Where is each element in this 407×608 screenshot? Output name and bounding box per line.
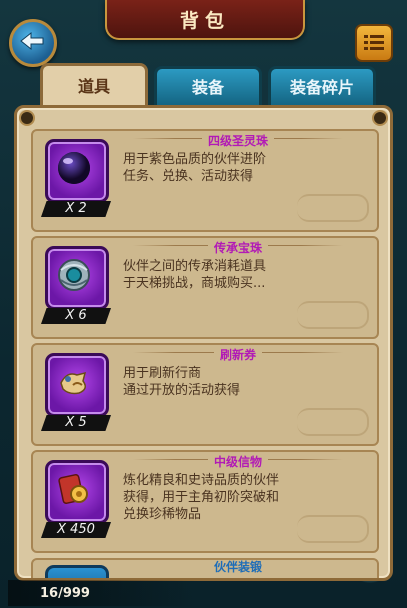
back-button[interactable]	[9, 19, 57, 67]
back-arrow-icon	[20, 31, 44, 51]
desc-line-2: 通过开放的活动获得	[123, 383, 241, 398]
item-quantity: X 2	[41, 201, 111, 217]
item-name: 四级圣灵珠	[201, 133, 274, 149]
desc-line-2: 于天梯挑战，商城购买...	[123, 276, 266, 291]
item-quantity: X 5	[41, 415, 111, 431]
menu-list-icon	[364, 35, 384, 50]
item-icon-frame	[45, 565, 109, 578]
inheritance-orb-icon	[58, 259, 90, 291]
item-description: 用于紫色品质的伙伴进阶 任务、兑换、活动获得	[123, 151, 283, 185]
capacity-bar	[8, 580, 198, 606]
list-item[interactable]: 四级圣灵珠 X 2 用于紫色品质的伙伴进阶 任务、兑换、活动获得	[31, 129, 379, 232]
item-name: 传承宝珠	[207, 240, 268, 256]
tab-equipment-fragments[interactable]: 装备碎片	[268, 66, 376, 110]
purple-orb-icon	[58, 152, 90, 184]
tab-items[interactable]: 道具	[40, 63, 148, 110]
item-quantity: X 450	[41, 522, 111, 538]
item-name: 刷新券	[213, 347, 262, 363]
item-name-plate: 刷新券	[133, 344, 343, 363]
item-icon-frame	[45, 139, 109, 203]
item-icon-frame	[45, 246, 109, 310]
item-icon-frame	[45, 353, 109, 417]
inventory-panel: 四级圣灵珠 X 2 用于紫色品质的伙伴进阶 任务、兑换、活动获得 传承宝珠 X …	[14, 105, 393, 581]
title-banner: 背包	[105, 0, 305, 40]
list-item[interactable]: 刷新券 X 5 用于刷新行商 通过开放的活动获得	[31, 343, 379, 446]
item-name-plate: 中级信物	[133, 451, 343, 470]
item-description: 用于刷新行商 通过开放的活动获得	[123, 365, 283, 399]
inventory-capacity: 16/999	[40, 586, 90, 601]
desc-line-1: 伙伴之间的传承消耗道具	[123, 259, 267, 274]
desc-line-2: 任务、兑换、活动获得	[123, 169, 254, 184]
item-name-plate: 四级圣灵珠	[133, 130, 343, 149]
page-title: 背包	[179, 10, 230, 32]
item-icon-frame	[45, 460, 109, 524]
item-description: 伙伴之间的传承消耗道具 于天梯挑战，商城购买...	[123, 258, 283, 292]
refresh-ticket-icon	[60, 371, 87, 395]
item-quantity: X 6	[41, 308, 111, 324]
list-item-partial[interactable]: 伙伴装锻	[31, 558, 379, 578]
list-item[interactable]: 中级信物 X 450 炼化精良和史诗品质的伙伴获得，用于主角初阶突破和兑换珍稀物…	[31, 450, 379, 553]
list-item[interactable]: 传承宝珠 X 6 伙伴之间的传承消耗道具 于天梯挑战，商城购买...	[31, 236, 379, 339]
menu-button[interactable]	[355, 24, 393, 62]
tab-equipment[interactable]: 装备	[154, 66, 262, 110]
desc-line-1: 用于刷新行商	[123, 366, 202, 381]
desc-line-1: 用于紫色品质的伙伴进阶	[123, 152, 267, 167]
corner-ornament	[19, 110, 35, 126]
item-name: 伙伴装锻	[213, 560, 262, 574]
corner-ornament	[372, 110, 388, 126]
item-name-plate: 传承宝珠	[133, 237, 343, 256]
token-icon	[58, 474, 88, 504]
item-description: 炼化精良和史诗品质的伙伴获得，用于主角初阶突破和兑换珍稀物品	[123, 473, 280, 522]
item-name: 中级信物	[207, 454, 268, 470]
